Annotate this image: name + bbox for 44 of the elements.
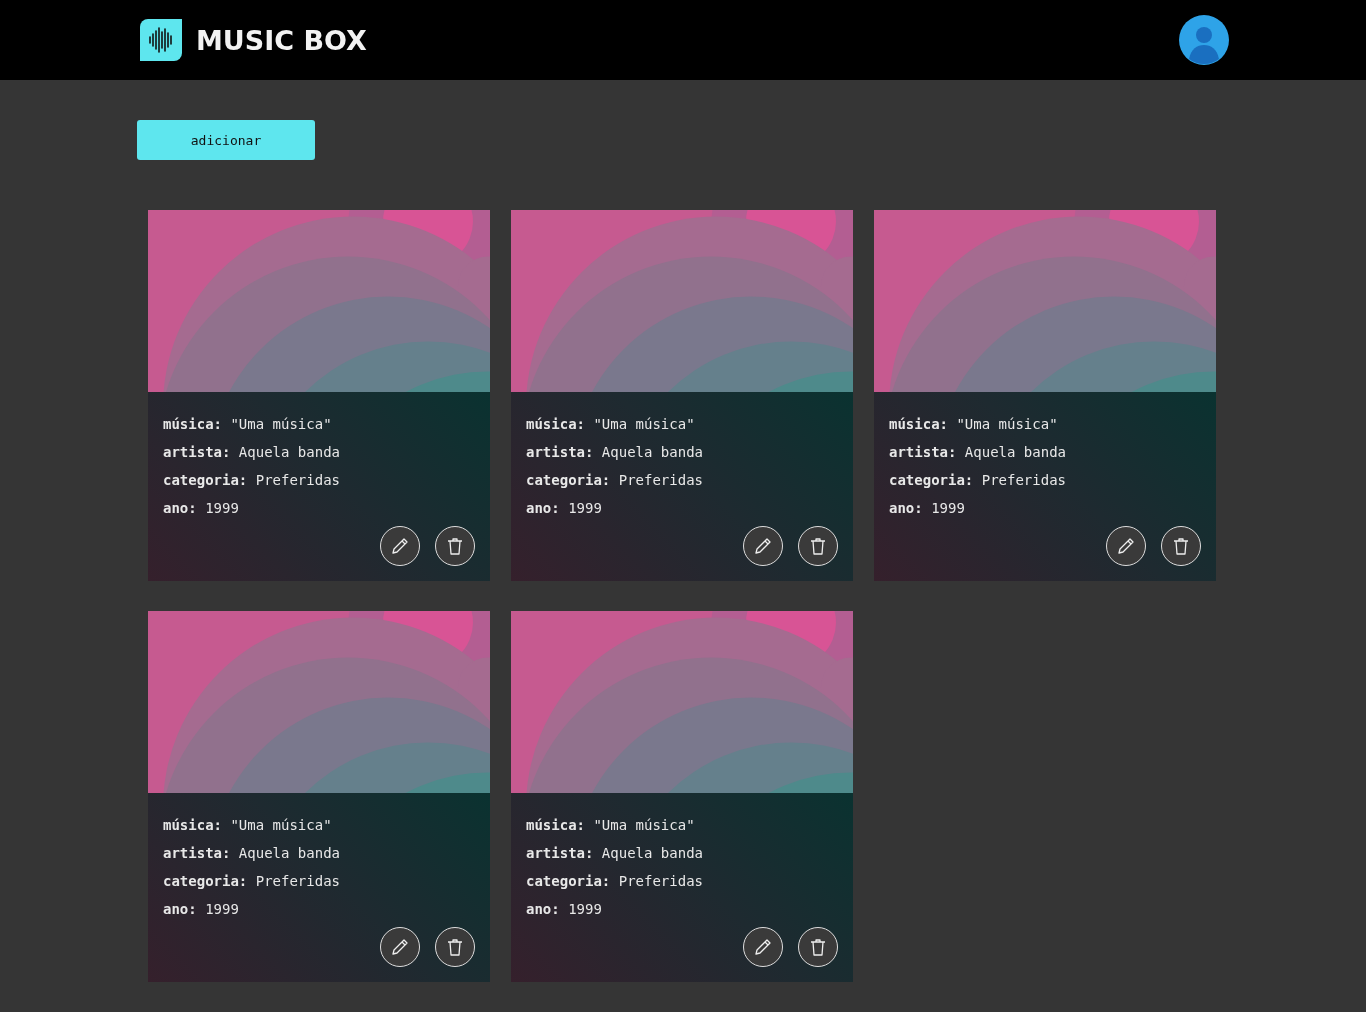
add-button[interactable]: adicionar — [137, 120, 315, 160]
info-line: ano: 1999 — [163, 499, 240, 518]
trash-icon — [808, 536, 828, 556]
delete-button[interactable] — [798, 526, 838, 566]
edit-button[interactable] — [380, 526, 420, 566]
logo-text: MUSIC BOX — [196, 24, 367, 56]
delete-button[interactable] — [435, 927, 475, 967]
pencil-icon — [390, 937, 410, 957]
edit-button[interactable] — [743, 526, 783, 566]
info-line: categoria: Preferidas — [526, 872, 704, 891]
info-line: música: "Uma música" — [526, 816, 696, 835]
trash-icon — [445, 536, 465, 556]
info-line: categoria: Preferidas — [163, 471, 341, 490]
info-line: categoria: Preferidas — [526, 471, 704, 490]
trash-icon — [1171, 536, 1191, 556]
trash-icon — [808, 937, 828, 957]
info-line: ano: 1999 — [889, 499, 966, 518]
info-line: música: "Uma música" — [163, 816, 333, 835]
info-line: ano: 1999 — [526, 499, 603, 518]
sound-wave-icon — [140, 19, 182, 61]
info-line: categoria: Preferidas — [163, 872, 341, 891]
info-line: categoria: Preferidas — [889, 471, 1067, 490]
info-line: artista: Aquela banda — [163, 844, 341, 863]
delete-button[interactable] — [798, 927, 838, 967]
info-line: artista: Aquela banda — [163, 443, 341, 462]
avatar-icon[interactable] — [1179, 15, 1229, 65]
info-line: artista: Aquela banda — [526, 443, 704, 462]
edit-button[interactable] — [1106, 526, 1146, 566]
delete-button[interactable] — [1161, 526, 1201, 566]
trash-icon — [445, 937, 465, 957]
info-line: ano: 1999 — [526, 900, 603, 919]
info-line: artista: Aquela banda — [889, 443, 1067, 462]
edit-button[interactable] — [743, 927, 783, 967]
info-line: artista: Aquela banda — [526, 844, 704, 863]
pencil-icon — [753, 536, 773, 556]
pencil-icon — [753, 937, 773, 957]
edit-button[interactable] — [380, 927, 420, 967]
info-line: música: "Uma música" — [526, 415, 696, 434]
info-line: música: "Uma música" — [889, 415, 1059, 434]
pencil-icon — [1116, 536, 1136, 556]
info-line: música: "Uma música" — [163, 415, 333, 434]
delete-button[interactable] — [435, 526, 475, 566]
info-line: ano: 1999 — [163, 900, 240, 919]
pencil-icon — [390, 536, 410, 556]
